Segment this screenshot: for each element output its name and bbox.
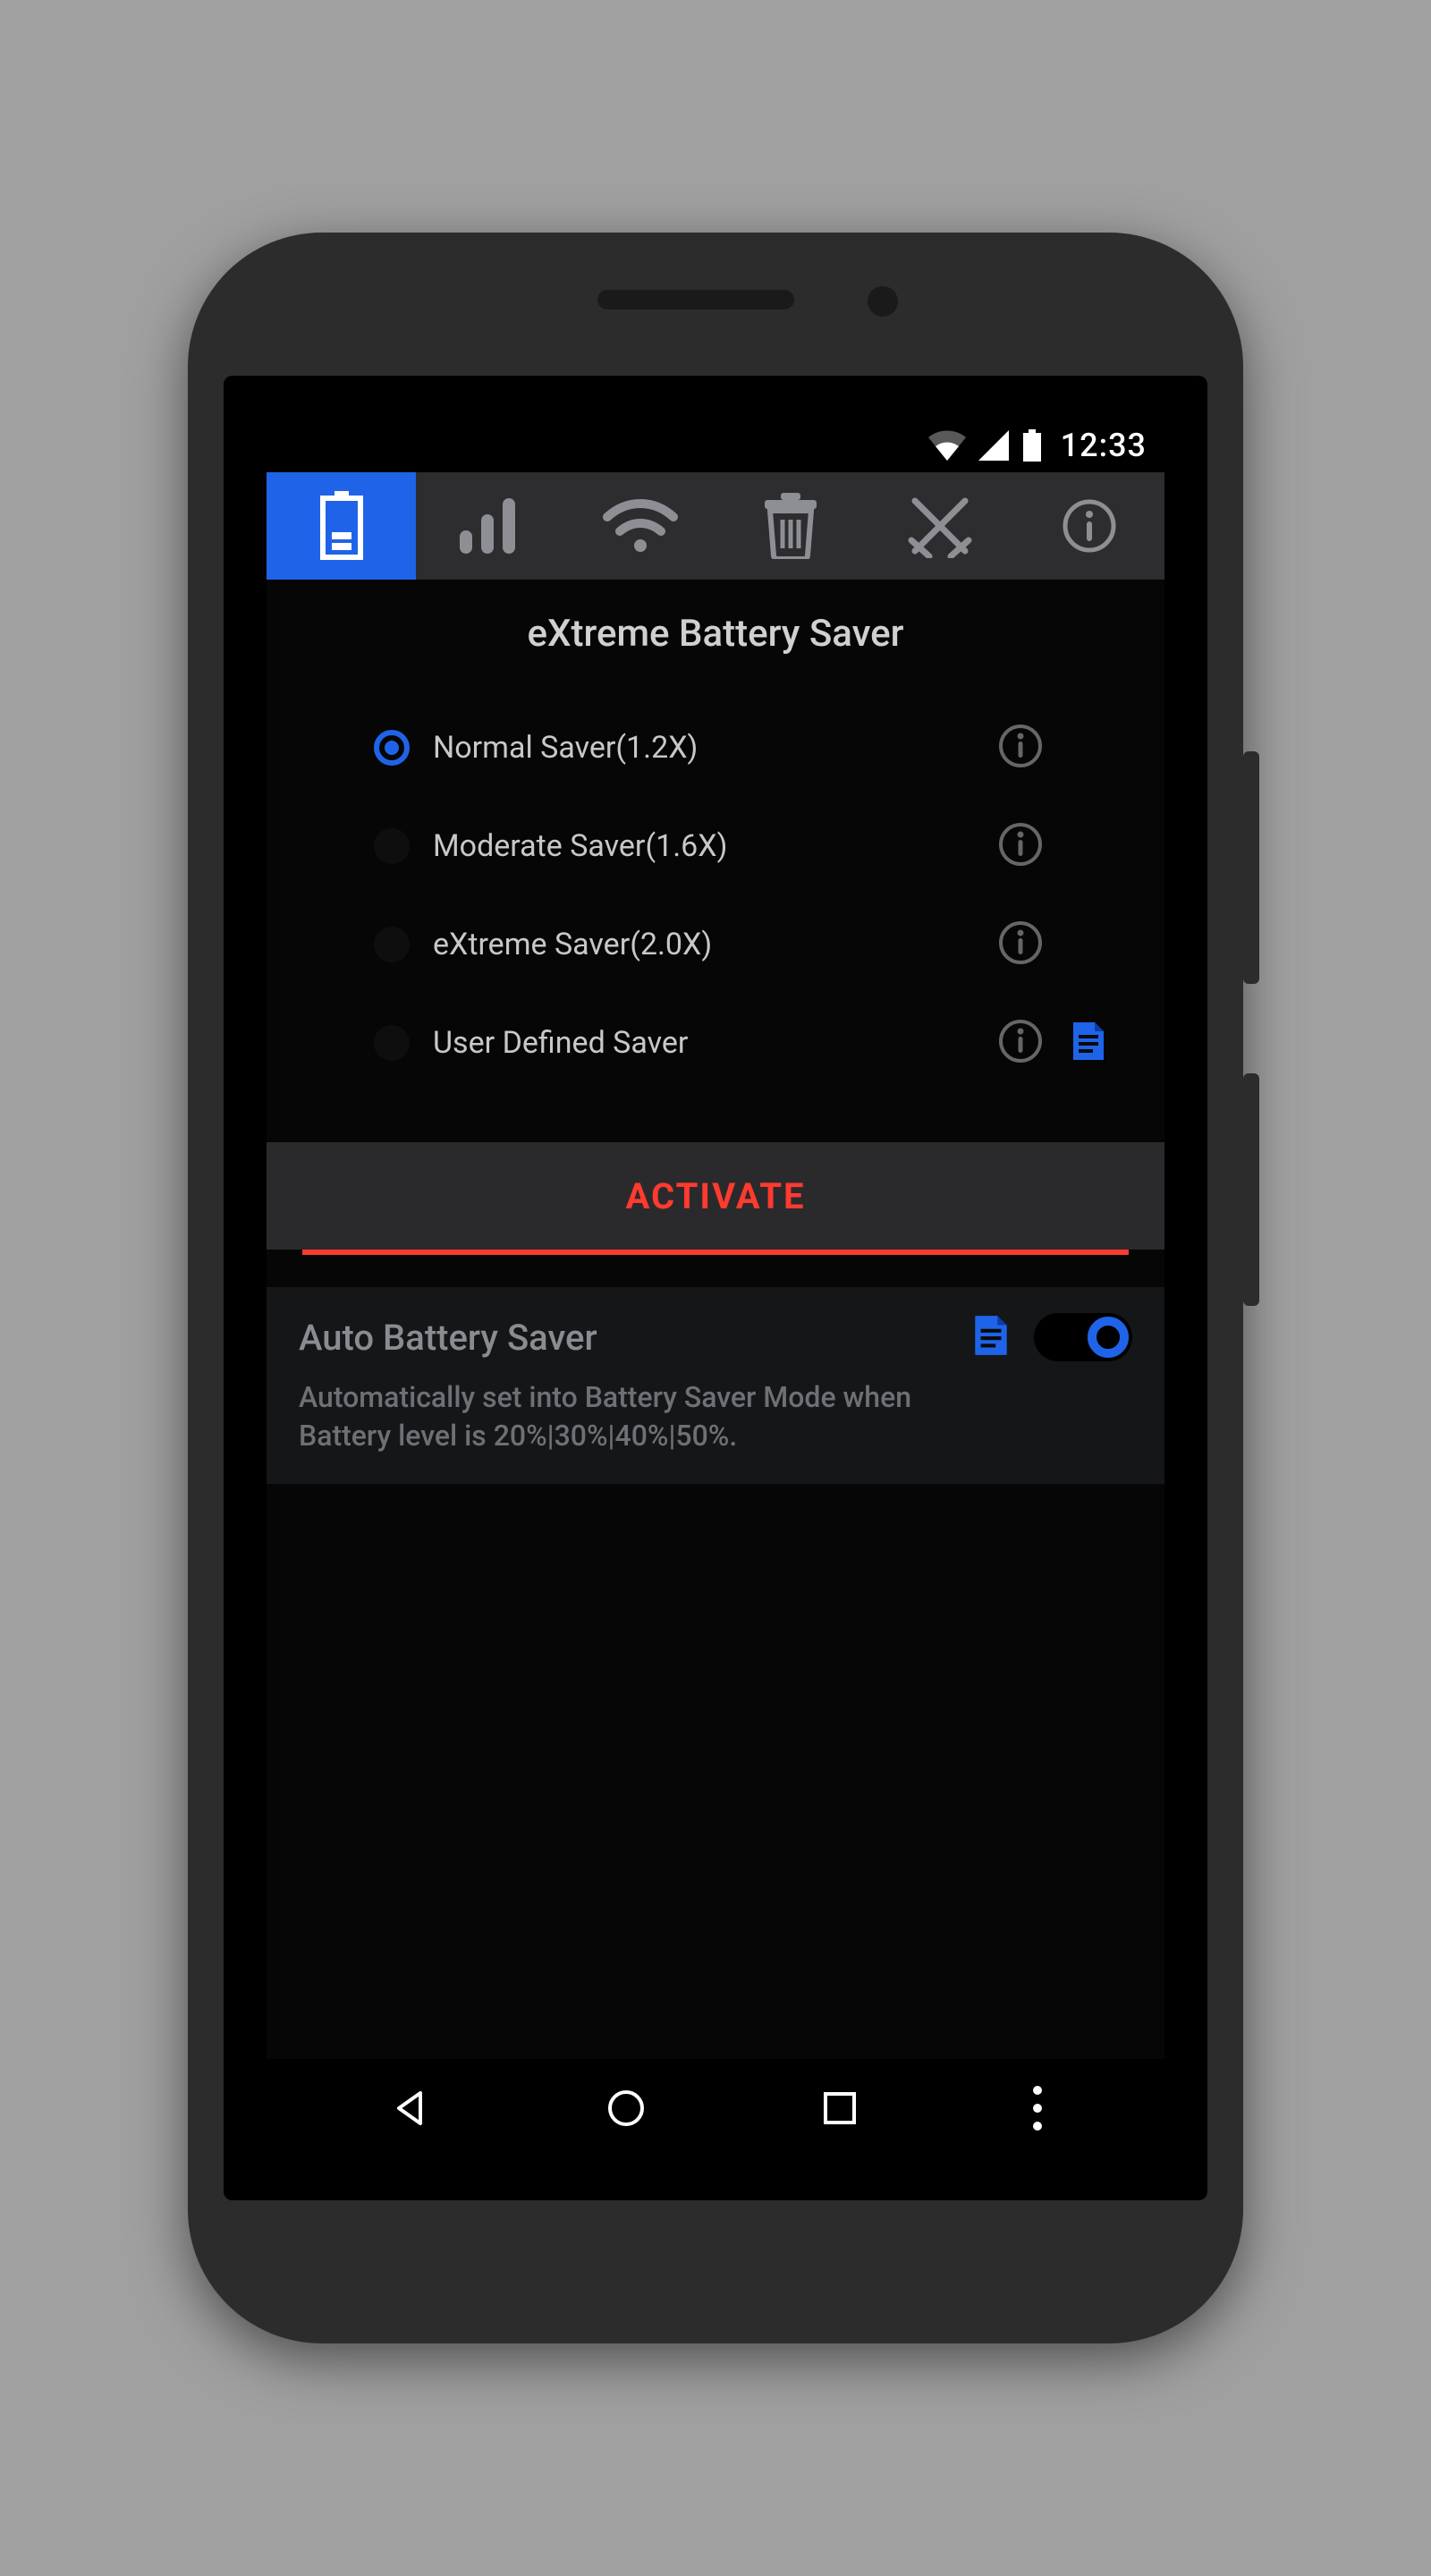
tab-tools[interactable] <box>865 472 1014 580</box>
option-label: User Defined Saver <box>433 1025 975 1061</box>
tab-battery[interactable] <box>267 472 416 580</box>
screen: 12:33 <box>267 419 1164 2157</box>
option-moderate-saver[interactable]: Moderate Saver(1.6X) <box>374 797 1111 895</box>
nav-recent-button[interactable] <box>821 2089 859 2127</box>
radio-unselected-icon <box>374 1025 410 1061</box>
auto-saver-description: Automatically set into Battery Saver Mod… <box>299 1378 943 1455</box>
option-label: eXtreme Saver(2.0X) <box>433 927 975 962</box>
info-icon <box>1062 498 1117 554</box>
cell-signal-icon <box>978 430 1009 461</box>
signal-bars-icon <box>460 498 522 554</box>
auto-saver-section: Auto Battery Saver <box>267 1287 1164 1484</box>
phone-camera <box>868 286 898 317</box>
phone-side-button <box>1243 1073 1259 1306</box>
auto-saver-toggle[interactable] <box>1034 1313 1132 1361</box>
back-triangle-icon <box>390 2088 431 2129</box>
crossed-swords-icon <box>908 494 972 558</box>
trash-icon <box>761 493 820 559</box>
page-title: eXtreme Battery Saver <box>267 612 1164 656</box>
phone-frame: 12:33 <box>188 233 1243 2343</box>
info-icon <box>998 724 1043 768</box>
phone-earpiece <box>597 290 794 309</box>
option-normal-saver[interactable]: Normal Saver(1.2X) <box>374 699 1111 797</box>
battery-icon <box>1021 429 1043 462</box>
dot-icon <box>1033 2104 1042 2113</box>
wifi-icon <box>928 430 966 461</box>
screen-bezel: 12:33 <box>224 376 1207 2200</box>
activate-underline <box>302 1250 1129 1255</box>
battery-icon <box>319 491 364 561</box>
toggle-knob-icon <box>1088 1317 1129 1358</box>
radio-unselected-icon <box>374 828 410 864</box>
info-button[interactable] <box>998 822 1043 870</box>
app-body: eXtreme Battery Saver Normal Saver(1.2X)… <box>267 580 1164 2059</box>
nav-back-button[interactable] <box>390 2088 431 2129</box>
activate-section: ACTIVATE <box>267 1142 1164 1255</box>
dot-icon <box>1033 2086 1042 2095</box>
clock-text: 12:33 <box>1061 427 1147 464</box>
recent-square-icon <box>821 2089 859 2127</box>
nav-home-button[interactable] <box>605 2088 647 2129</box>
dot-icon <box>1033 2122 1042 2131</box>
radio-selected-icon <box>374 730 410 766</box>
option-user-defined-saver[interactable]: User Defined Saver <box>374 994 1111 1092</box>
tab-info[interactable] <box>1015 472 1164 580</box>
info-icon <box>998 1019 1043 1063</box>
tab-wifi[interactable] <box>566 472 716 580</box>
auto-saver-title: Auto Battery Saver <box>299 1317 948 1359</box>
saver-options: Normal Saver(1.2X) Moderate Saver(1.6X) <box>267 699 1164 1092</box>
status-bar: 12:33 <box>267 419 1164 472</box>
option-extreme-saver[interactable]: eXtreme Saver(2.0X) <box>374 895 1111 994</box>
wifi-icon <box>602 499 679 553</box>
top-tab-bar <box>267 472 1164 580</box>
phone-side-button <box>1243 751 1259 984</box>
tab-signal[interactable] <box>416 472 565 580</box>
info-icon <box>998 822 1043 867</box>
home-circle-icon <box>605 2088 647 2129</box>
edit-profile-button[interactable] <box>1066 1019 1111 1067</box>
info-button[interactable] <box>998 724 1043 772</box>
nav-menu-button[interactable] <box>1033 2086 1042 2131</box>
tab-trash[interactable] <box>716 472 865 580</box>
activate-button[interactable]: ACTIVATE <box>267 1142 1164 1250</box>
auto-saver-profile-button[interactable] <box>968 1312 1014 1362</box>
document-icon <box>1066 1019 1111 1063</box>
document-icon <box>968 1312 1014 1359</box>
android-nav-bar <box>267 2059 1164 2157</box>
info-button[interactable] <box>998 920 1043 969</box>
option-label: Moderate Saver(1.6X) <box>433 828 975 864</box>
option-label: Normal Saver(1.2X) <box>433 730 975 766</box>
info-icon <box>998 920 1043 965</box>
radio-unselected-icon <box>374 927 410 962</box>
info-button[interactable] <box>998 1019 1043 1067</box>
